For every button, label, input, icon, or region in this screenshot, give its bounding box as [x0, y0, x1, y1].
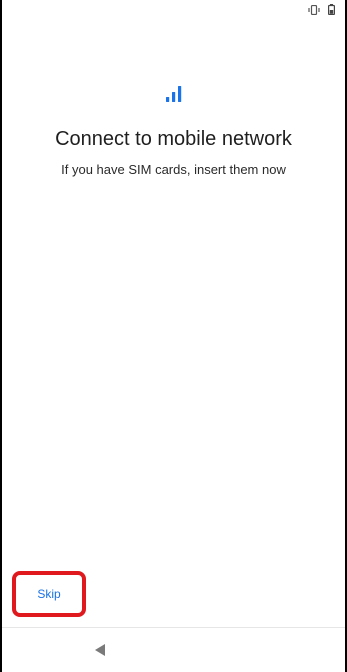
phone-screen: Connect to mobile network If you have SI… — [0, 0, 347, 672]
battery-icon — [328, 4, 335, 15]
skip-button-label: Skip — [37, 587, 61, 601]
vibrate-icon — [308, 4, 320, 15]
skip-button[interactable]: Skip — [12, 571, 86, 617]
back-button[interactable] — [88, 640, 112, 660]
signal-bars-icon — [165, 86, 181, 102]
status-bar — [2, 0, 345, 22]
page-title: Connect to mobile network — [55, 128, 292, 150]
page-subtitle: If you have SIM cards, insert them now — [61, 162, 286, 177]
navigation-bar — [2, 628, 345, 672]
status-icons — [308, 4, 335, 15]
back-triangle-icon — [95, 644, 105, 656]
